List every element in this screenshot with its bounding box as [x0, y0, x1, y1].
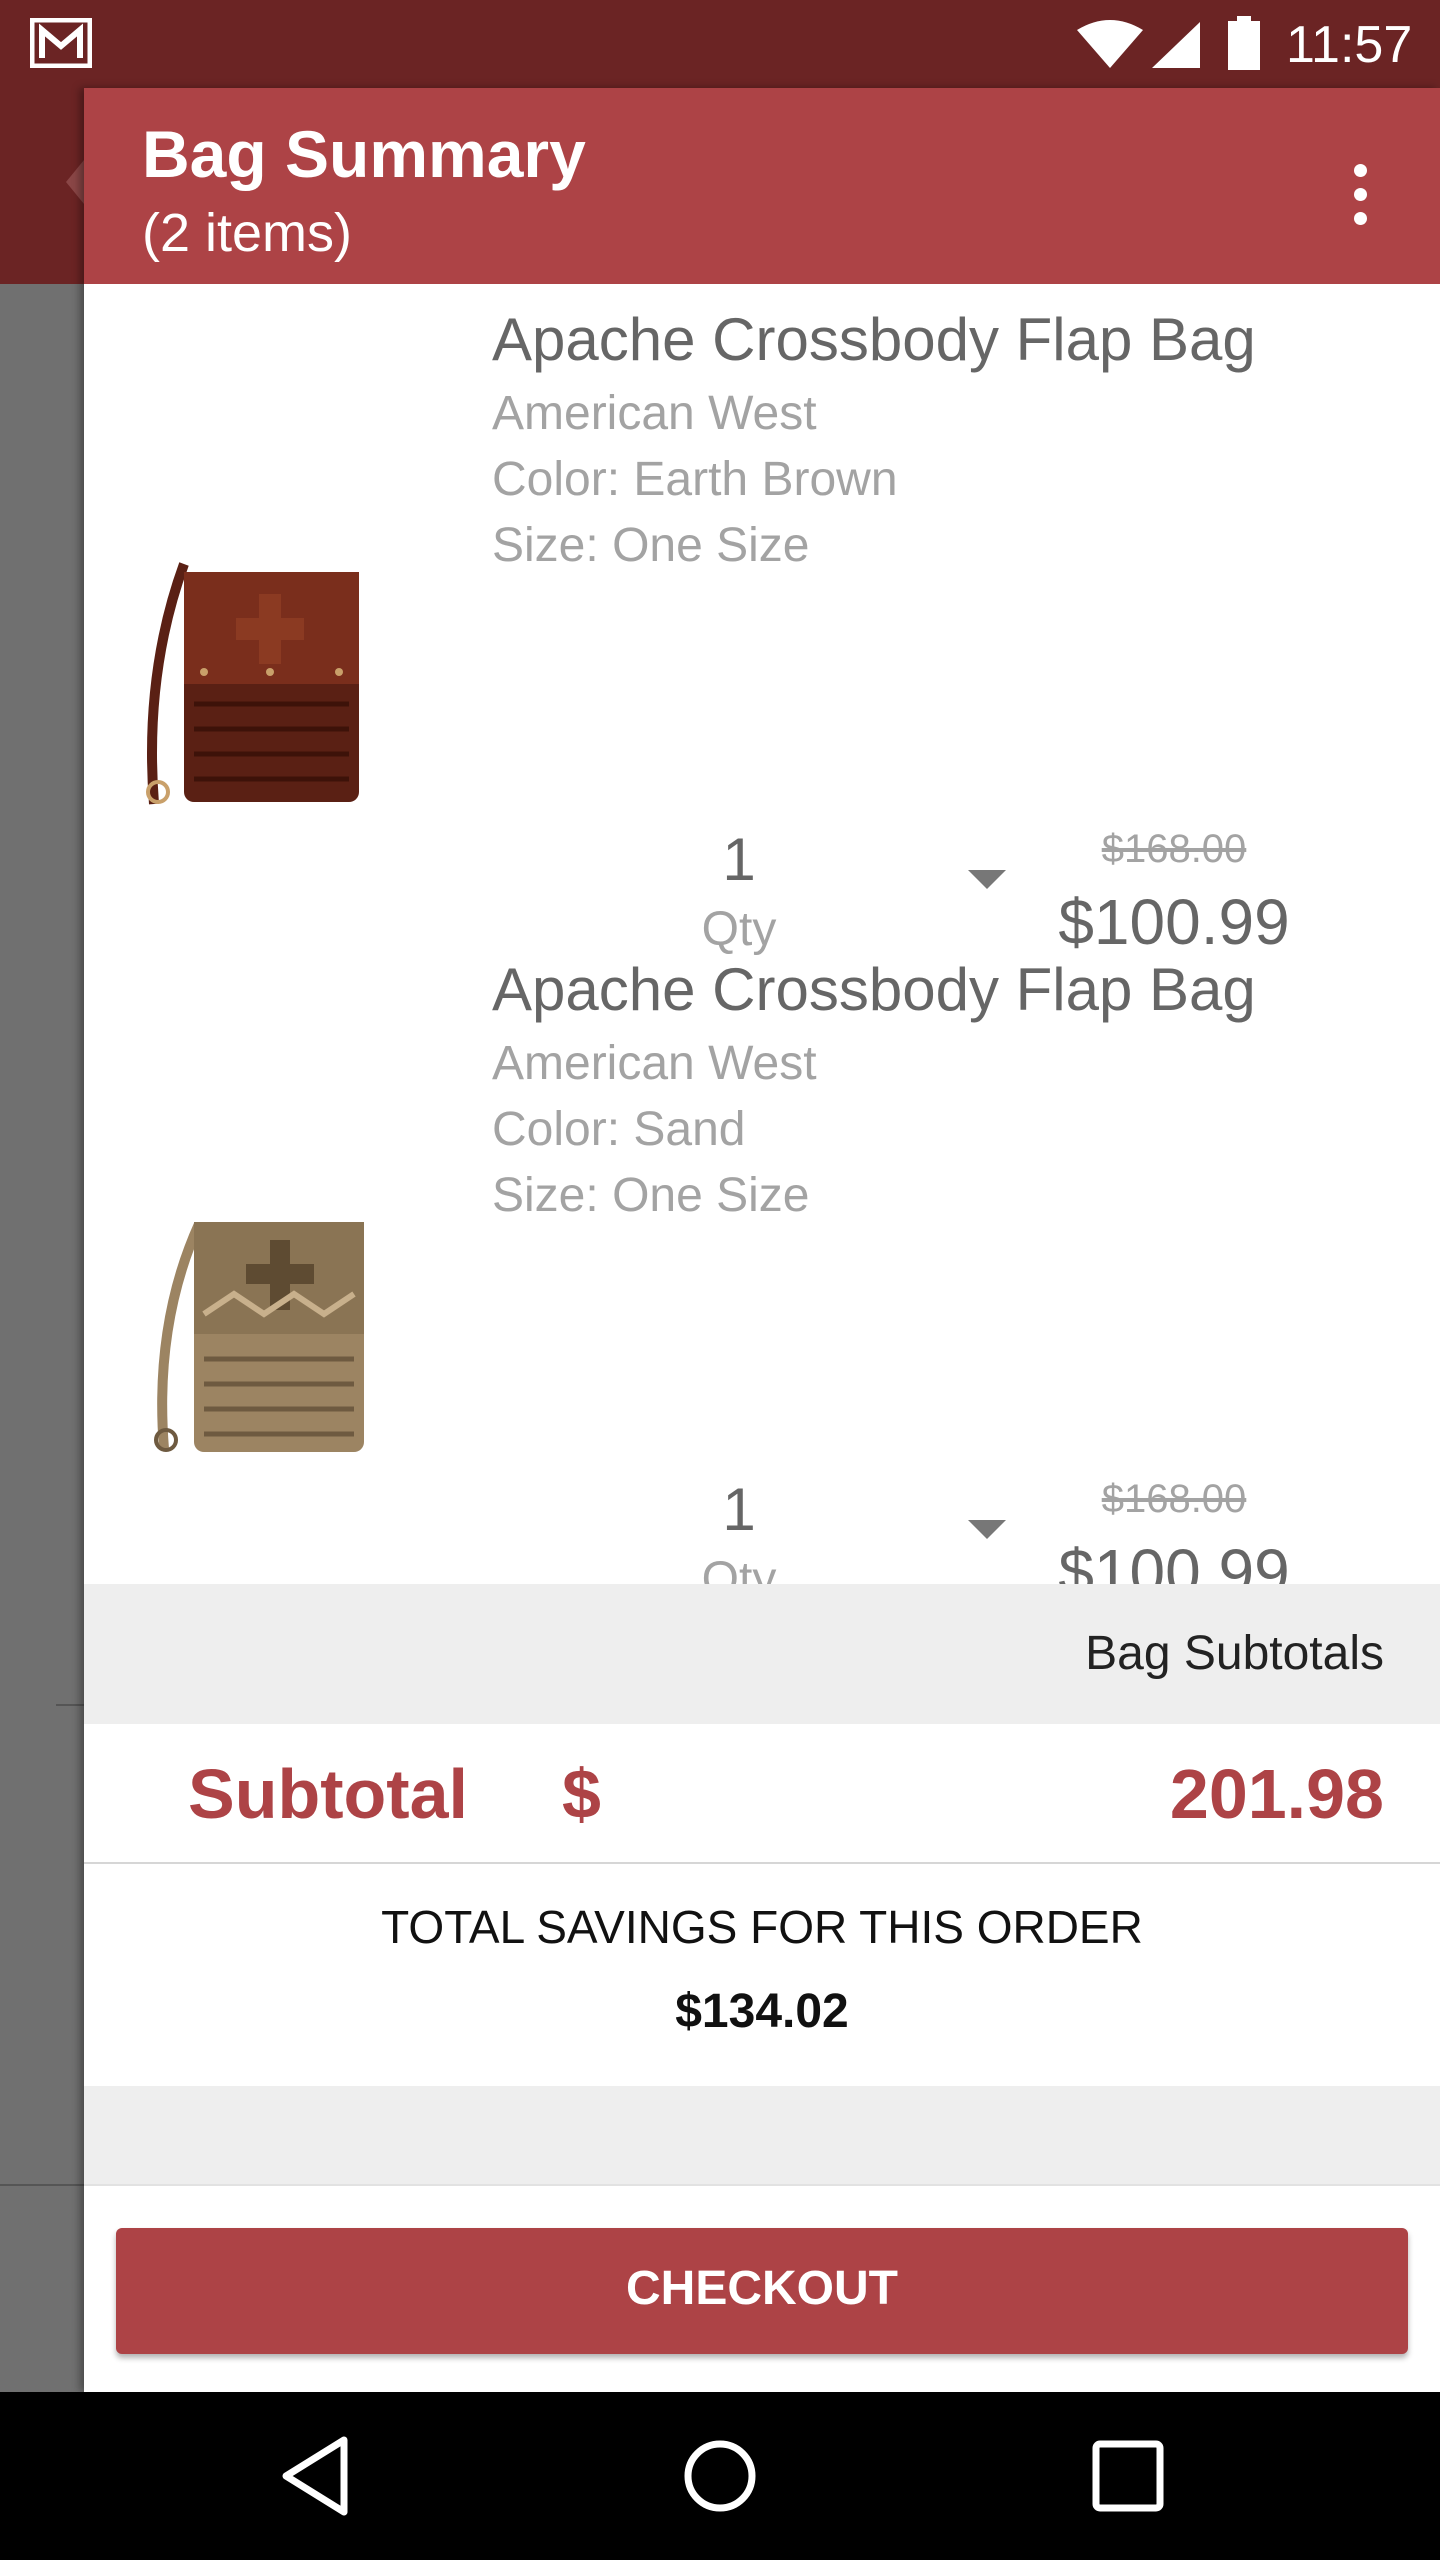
color-value: Earth Brown — [633, 453, 898, 506]
quantity-value: 1 — [722, 1476, 756, 1543]
total-savings-label: TOTAL SAVINGS FOR THIS ORDER — [381, 1901, 1143, 1953]
size-value: One Size — [612, 519, 810, 572]
product-name[interactable]: Apache Crossbody Flap Bag — [492, 954, 1256, 1026]
wifi-icon — [1077, 20, 1143, 68]
checkout-button[interactable]: CHECKOUT — [116, 2228, 1408, 2354]
size-value: One Size — [612, 1169, 810, 1222]
more-vert-icon — [1354, 212, 1367, 225]
subtotals-header: Bag Subtotals — [84, 1584, 1440, 1724]
home-icon[interactable] — [680, 2436, 760, 2516]
section-divider — [84, 2086, 1440, 2186]
navigation-bar — [0, 2392, 1440, 2560]
gmail-icon — [30, 18, 92, 68]
product-name[interactable]: Apache Crossbody Flap Bag — [492, 304, 1256, 376]
total-savings-amount: $134.02 — [675, 1985, 849, 2038]
background-content — [0, 284, 96, 2392]
background-back-arrow-icon — [66, 160, 84, 204]
color-label: Color: — [492, 453, 621, 506]
color-value: Sand — [633, 1103, 746, 1156]
status-bar: 11:57 — [0, 0, 1440, 88]
subtotal-row: Subtotal $ 201.98 — [84, 1724, 1440, 1864]
more-options-button[interactable] — [1320, 154, 1400, 234]
product-color: Color: Sand — [492, 1100, 746, 1160]
item-count: (2 items) — [142, 203, 353, 263]
product-brand: American West — [492, 387, 817, 440]
dropdown-arrow-icon — [968, 870, 1006, 889]
list-item: Apache Crossbody Flap Bag American West … — [84, 284, 1440, 958]
product-size: Size: One Size — [492, 516, 810, 576]
signal-icon — [1152, 22, 1200, 68]
background-divider — [0, 2184, 84, 2186]
subtotals-header-label: Bag Subtotals — [1085, 1627, 1384, 1680]
size-label: Size: — [492, 519, 599, 572]
drawer-header: Bag Summary (2 items) — [84, 88, 1440, 284]
drawer-title: Bag Summary — [142, 117, 586, 191]
background-page — [0, 88, 96, 2392]
dropdown-arrow-icon — [968, 1520, 1006, 1539]
original-price: $168.00 — [1101, 1477, 1247, 1521]
status-clock: 11:57 — [1286, 16, 1413, 74]
more-vert-icon — [1354, 188, 1367, 201]
product-image[interactable] — [124, 554, 404, 834]
quantity-value: 1 — [722, 826, 756, 893]
original-price: $168.00 — [1101, 827, 1247, 871]
size-label: Size: — [492, 1169, 599, 1222]
list-item: Apache Crossbody Flap Bag American West … — [84, 934, 1440, 1608]
color-label: Color: — [492, 1103, 621, 1156]
recents-icon[interactable] — [1088, 2436, 1168, 2516]
subtotal-label: Subtotal — [188, 1755, 468, 1833]
bag-summary-drawer: Bag Summary (2 items) Apache Crossbody F… — [84, 88, 1440, 2392]
checkout-label: CHECKOUT — [626, 2262, 898, 2315]
product-color: Color: Earth Brown — [492, 450, 898, 510]
background-app-bar — [0, 88, 84, 284]
product-size: Size: One Size — [492, 1166, 810, 1226]
subtotal-amount: 201.98 — [1169, 1755, 1384, 1833]
back-icon[interactable] — [278, 2434, 352, 2518]
product-brand: American West — [492, 1037, 817, 1090]
battery-icon — [1228, 16, 1260, 70]
subtotal-currency: $ — [562, 1755, 601, 1833]
product-image[interactable] — [124, 1204, 404, 1484]
more-vert-icon — [1354, 164, 1367, 177]
